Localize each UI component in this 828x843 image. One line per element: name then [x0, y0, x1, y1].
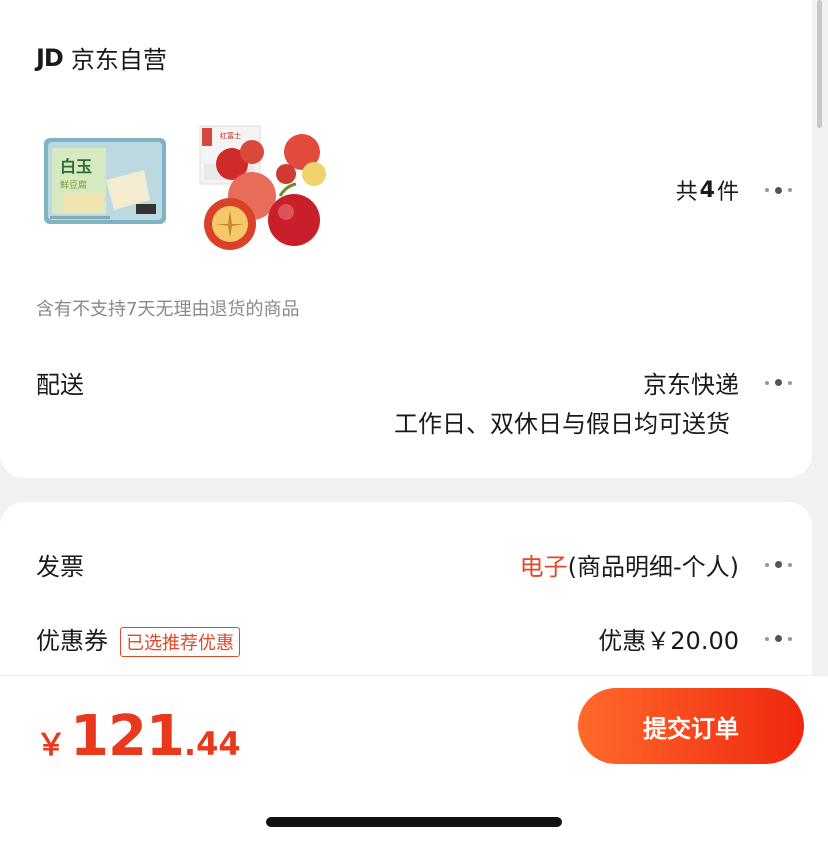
tofu-sub-text: 鲜豆腐	[60, 179, 87, 191]
apple-box-label: 红富士	[220, 131, 241, 140]
coupon-label: 优惠券	[36, 627, 108, 655]
home-indicator[interactable]	[266, 817, 562, 827]
coupon-row-label: 优惠券 已选推荐优惠	[36, 621, 240, 657]
more-icon[interactable]	[765, 561, 792, 568]
submit-order-button[interactable]: 提交订单	[578, 688, 804, 764]
delivery-carrier: 京东快递	[643, 371, 739, 399]
shop-header: JD 京东自营	[36, 40, 167, 75]
total-price: ￥ 121 .44	[36, 704, 241, 769]
product-thumbnail-apple[interactable]: 红富士	[194, 124, 330, 252]
more-icon[interactable]	[765, 379, 792, 386]
delivery-label: 配送	[36, 371, 84, 399]
shop-name: 京东自营	[70, 46, 167, 74]
delivery-schedule: 工作日、双休日与假日均可送货	[394, 410, 730, 438]
more-icon[interactable]	[765, 635, 792, 642]
price-integer: 121	[70, 704, 185, 769]
options-card	[0, 502, 812, 702]
count-prefix: 共	[675, 180, 698, 205]
invoice-detail: (商品明细-个人)	[567, 553, 739, 581]
coupon-discount: 优惠￥20.00	[598, 627, 739, 655]
product-thumbnail-tofu[interactable]: 白玉 鲜豆腐	[40, 120, 170, 240]
invoice-type: 电子	[519, 553, 568, 581]
price-currency: ￥	[36, 728, 66, 763]
invoice-label: 发票	[36, 553, 84, 581]
item-count-row[interactable]: 共 4 件	[676, 174, 792, 206]
invoice-selector[interactable]: 电子 (商品明细-个人)	[520, 547, 792, 582]
item-count: 4	[699, 177, 715, 203]
more-icon[interactable]	[765, 186, 792, 194]
jd-logo: JD	[36, 43, 64, 72]
tofu-brand-text: 白玉	[60, 157, 92, 176]
delivery-selector[interactable]: 京东快递	[643, 365, 792, 400]
scrollbar[interactable]	[817, 0, 822, 128]
bottom-safe-area	[0, 776, 828, 843]
return-policy-notice: 含有不支持7天无理由退货的商品	[36, 299, 300, 320]
coupon-selector[interactable]: 优惠￥20.00	[598, 621, 792, 656]
checkout-bar: ￥ 121 .44 提交订单	[0, 675, 828, 777]
count-suffix: 件	[716, 180, 739, 205]
price-decimal: .44	[183, 725, 241, 763]
coupon-recommended-badge: 已选推荐优惠	[120, 627, 240, 657]
